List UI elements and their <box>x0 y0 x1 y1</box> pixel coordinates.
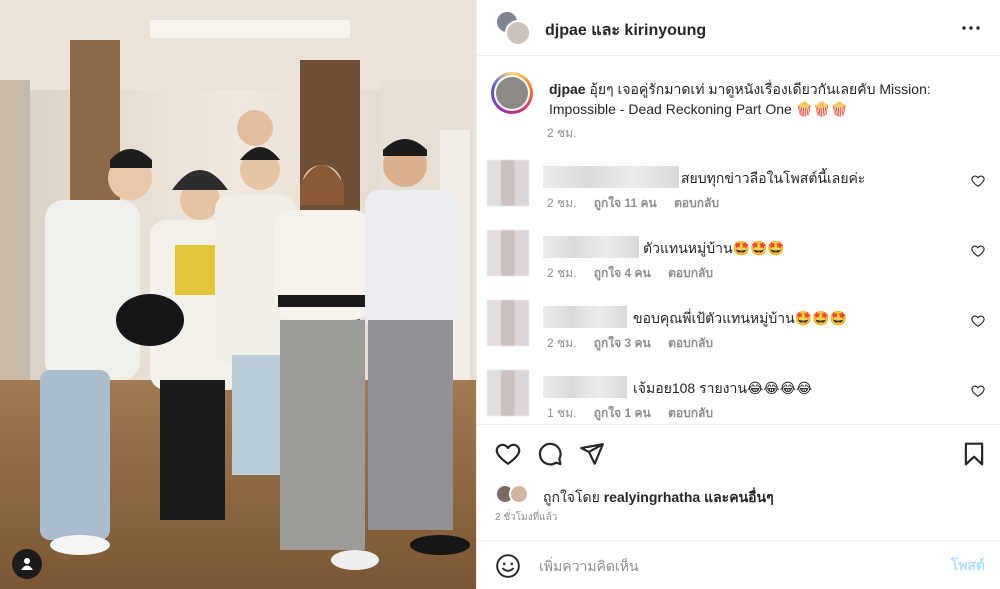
comment-time[interactable]: 2 ชม. <box>547 336 576 350</box>
comment-input[interactable] <box>537 553 911 579</box>
blurred-username[interactable] <box>543 166 679 188</box>
reply-button[interactable]: ตอบกลับ <box>668 406 713 420</box>
avatar[interactable] <box>491 72 533 114</box>
more-horizontal-icon[interactable] <box>959 16 983 40</box>
post-header: djpae และ kirinyoung <box>477 0 1000 56</box>
paper-plane-icon[interactable] <box>579 441 605 467</box>
smiley-icon[interactable] <box>495 553 521 579</box>
avatar[interactable] <box>487 370 529 416</box>
heart-icon[interactable] <box>971 314 985 328</box>
heart-icon[interactable] <box>971 174 985 188</box>
caption-timestamp[interactable]: 2 ชม. <box>547 124 576 143</box>
post-authors: djpae และ kirinyoung <box>545 18 706 43</box>
comment-text: ขอบคุณพี่เป้ตัวแทนหมู่บ้าน🤩🤩🤩 <box>633 310 847 326</box>
comment-text: สยบทุกข่าวลือในโพสต์นี้เลยค่ะ <box>681 170 866 186</box>
bookmark-icon[interactable] <box>961 441 987 467</box>
blurred-username[interactable] <box>543 376 627 398</box>
comment-time[interactable]: 2 ชม. <box>547 196 576 210</box>
post-timestamp[interactable]: 2 ชั่วโมงที่แล้ว <box>495 510 557 525</box>
blurred-username[interactable] <box>543 306 627 328</box>
likes-others-link[interactable]: และคนอื่นๆ <box>704 489 774 505</box>
likes-prefix: ถูกใจโดย <box>543 489 600 505</box>
blurred-username[interactable] <box>543 236 639 258</box>
caption-username-link[interactable]: djpae <box>549 81 586 97</box>
caption-body: อุ้ยๆ เจอคู่รักมาดเท่ มาดูหนังเรื่องเดีย… <box>549 81 931 117</box>
comment-likes[interactable]: ถูกใจ 11 คน <box>594 196 657 210</box>
likes-text[interactable]: ถูกใจโดย realyingrhatha และคนอื่นๆ <box>543 487 774 509</box>
collab-avatars[interactable] <box>495 10 531 46</box>
comment-time[interactable]: 1 ชม. <box>547 406 576 420</box>
comment-text: ตัวแทนหมู่บ้าน🤩🤩🤩 <box>643 240 785 256</box>
comment-meta: 2 ชม. ถูกใจ 4 คน ตอบกลับ <box>547 264 727 283</box>
post-comment-button[interactable]: โพสต์ <box>951 555 985 577</box>
comment-meta: 2 ชม. ถูกใจ 3 คน ตอบกลับ <box>547 334 727 353</box>
comment-time[interactable]: 2 ชม. <box>547 266 576 280</box>
avatar[interactable] <box>487 160 529 206</box>
comment-bubble-icon[interactable] <box>537 441 563 467</box>
author-username-link[interactable]: kirinyoung <box>624 22 706 39</box>
comment-meta: 1 ชม. ถูกใจ 1 คน ตอบกลับ <box>547 404 727 423</box>
liker-username-link[interactable]: realyingrhatha <box>604 489 700 505</box>
post-actions <box>477 424 1000 478</box>
author-username-link[interactable]: djpae <box>545 22 587 39</box>
avatar[interactable] <box>505 20 531 46</box>
reply-button[interactable]: ตอบกลับ <box>668 266 713 280</box>
post-side-panel: djpae และ kirinyoung djpae อุ้ยๆ เจอคู่ร… <box>476 0 1000 589</box>
comment-text: เจ้มอย108 รายงาน😂😂😂😂 <box>633 380 813 396</box>
comment-likes[interactable]: ถูกใจ 4 คน <box>594 266 651 280</box>
add-comment-bar: โพสต์ <box>477 540 1000 589</box>
reply-button[interactable]: ตอบกลับ <box>668 336 713 350</box>
avatar[interactable] <box>487 300 529 346</box>
post-photo[interactable] <box>0 0 476 589</box>
heart-icon[interactable] <box>971 384 985 398</box>
avatar[interactable] <box>509 484 529 504</box>
avatar[interactable] <box>487 230 529 276</box>
comment-item: เจ้มอย108 รายงาน😂😂😂😂 1 ชม. ถูกใจ 1 คน ตอ… <box>487 370 997 430</box>
heart-icon[interactable] <box>495 441 521 467</box>
person-icon[interactable] <box>12 549 42 579</box>
comment-likes[interactable]: ถูกใจ 1 คน <box>594 406 651 420</box>
and-label: และ <box>591 22 620 39</box>
heart-icon[interactable] <box>971 244 985 258</box>
reply-button[interactable]: ตอบกลับ <box>674 196 719 210</box>
comment-item: สยบทุกข่าวลือในโพสต์นี้เลยค่ะ 2 ชม. ถูกใ… <box>487 160 997 220</box>
comment-likes[interactable]: ถูกใจ 3 คน <box>594 336 651 350</box>
caption-text: djpae อุ้ยๆ เจอคู่รักมาดเท่ มาดูหนังเรื่… <box>549 79 969 119</box>
comment-item: ตัวแทนหมู่บ้าน🤩🤩🤩 2 ชม. ถูกใจ 4 คน ตอบกล… <box>487 230 997 290</box>
comment-meta: 2 ชม. ถูกใจ 11 คน ตอบกลับ <box>547 194 733 213</box>
group-photo-image <box>0 0 476 589</box>
comment-item: ขอบคุณพี่เป้ตัวแทนหมู่บ้าน🤩🤩🤩 2 ชม. ถูกใ… <box>487 300 997 360</box>
